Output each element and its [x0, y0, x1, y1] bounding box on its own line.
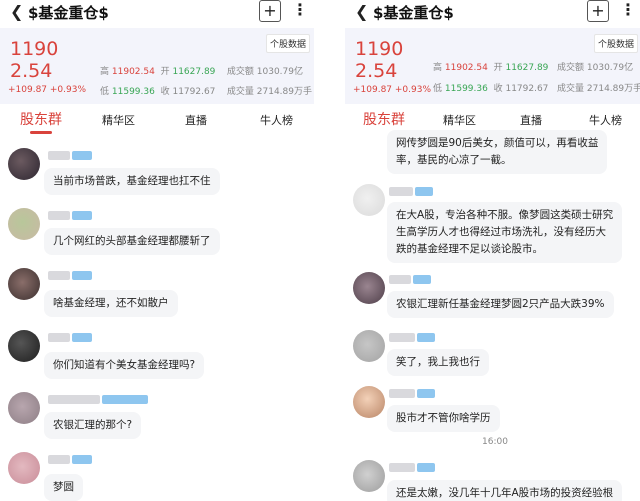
tab-live[interactable]: 直播 — [185, 112, 207, 128]
avatar[interactable] — [8, 268, 40, 300]
left-screen: ❮ $基金重仓$ + ⋮ 11902.54 +109.87 +0.93% 个股数… — [0, 0, 314, 501]
chevron-left-icon[interactable]: ❮ — [355, 2, 368, 21]
panel-separator — [314, 0, 345, 501]
user-badge-blurred — [417, 463, 435, 472]
tab-bar: 股东群 精华区 直播 牛人榜 — [0, 104, 314, 136]
username-blurred — [389, 333, 415, 342]
avatar[interactable] — [353, 272, 385, 304]
quote-row-1: 高 11902.54 开 11627.89 成交额 1030.79亿 — [100, 67, 303, 77]
chat-message: 股市才不管你啥学历 — [387, 405, 500, 432]
user-badge-blurred — [72, 333, 92, 342]
chat-message: 几个网红的头部基金经理都腰斩了 — [44, 228, 220, 255]
username-blurred — [48, 211, 70, 220]
user-badge-blurred — [102, 395, 148, 404]
quote-row-2: 低 11599.36 收 11792.67 成交量 2714.89万手 — [100, 87, 312, 97]
tab-shareholder-group[interactable]: 股东群 — [20, 109, 62, 129]
avatar[interactable] — [8, 452, 40, 484]
quote-row-2: 低 11599.36 收 11792.67 成交量 2714.89万手 — [433, 84, 640, 94]
screenshot-composite: ❮ $基金重仓$ + ⋮ 11902.54 +109.87 +0.93% 个股数… — [0, 0, 640, 501]
index-change: +109.87 +0.93% — [353, 85, 432, 95]
user-badge-blurred — [72, 455, 92, 464]
avatar[interactable] — [8, 208, 40, 240]
stock-data-button[interactable]: 个股数据 — [594, 34, 639, 53]
chat-message: 你们知道有个美女基金经理吗? — [44, 352, 205, 379]
user-badge-blurred — [415, 187, 433, 196]
more-vertical-icon[interactable]: ⋮ — [620, 0, 636, 19]
chat-message: 当前市场普跌，基金经理也扛不住 — [44, 168, 220, 195]
chat-message: 还是太嫩，没几年十几年A股市场的投资经验根 — [387, 480, 623, 501]
username-blurred — [48, 455, 70, 464]
user-badge-blurred — [72, 271, 92, 280]
user-badge-blurred — [417, 333, 435, 342]
tab-leaderboard[interactable]: 牛人榜 — [589, 112, 622, 128]
avatar[interactable] — [353, 460, 385, 492]
user-badge-blurred — [417, 389, 435, 398]
user-badge-blurred — [72, 151, 92, 160]
username-blurred — [389, 389, 415, 398]
stock-data-button[interactable]: 个股数据 — [266, 34, 311, 53]
username-blurred — [48, 151, 70, 160]
chevron-left-icon[interactable]: ❮ — [10, 2, 23, 21]
chat-message: 啥基金经理，还不如散户 — [44, 290, 178, 317]
add-button[interactable]: + — [587, 0, 609, 22]
avatar[interactable] — [8, 330, 40, 362]
top-bar: ❮ $基金重仓$ + ⋮ — [345, 0, 640, 26]
chat-message: 网传梦圆是90后美女，颜值可以，再看收益 率，基民的心凉了一截。 — [387, 130, 608, 174]
avatar[interactable] — [353, 184, 385, 216]
page-title: $基金重仓$ — [28, 4, 109, 22]
index-change: +109.87 +0.93% — [8, 85, 87, 95]
add-button[interactable]: + — [259, 0, 281, 22]
chat-message: 农银汇理新任基金经理梦圆2只产品大跌39% — [387, 291, 614, 318]
user-badge-blurred — [413, 275, 431, 284]
username-blurred — [48, 333, 70, 342]
user-badge-blurred — [72, 211, 92, 220]
tab-featured[interactable]: 精华区 — [443, 112, 476, 128]
chat-message: 在大A股，专治各种不服。像梦圆这类硕士研究 生高学历人才也得经过市场洗礼，没有经… — [387, 202, 623, 263]
right-screen: ❮ $基金重仓$ + ⋮ 11902.54 +109.87 +0.93% 个股数… — [345, 0, 640, 501]
quote-row-1: 高 11902.54 开 11627.89 成交额 1030.79亿 — [433, 63, 634, 73]
username-blurred — [48, 271, 70, 280]
username-blurred — [389, 187, 413, 196]
chat-message: 农银汇理的那个? — [44, 412, 142, 439]
username-blurred — [389, 463, 415, 472]
avatar[interactable] — [8, 392, 40, 424]
quote-panel: 11902.54 +109.87 +0.93% 个股数据 高 11902.54 … — [0, 28, 314, 104]
username-blurred — [389, 275, 411, 284]
tab-featured[interactable]: 精华区 — [102, 112, 135, 128]
quote-panel: 11902.54 +109.87 +0.93% 个股数据 高 11902.54 … — [345, 28, 640, 104]
page-title: $基金重仓$ — [373, 4, 454, 22]
top-bar: ❮ $基金重仓$ + ⋮ — [0, 0, 314, 26]
avatar[interactable] — [353, 386, 385, 418]
avatar[interactable] — [8, 148, 40, 180]
chat-feed: 当前市场普跌，基金经理也扛不住 几个网红的头部基金经理都腰斩了 啥基金经理，还不… — [0, 136, 314, 501]
chat-message: 梦圆 — [44, 474, 83, 501]
tab-live[interactable]: 直播 — [520, 112, 542, 128]
tab-leaderboard[interactable]: 牛人榜 — [260, 112, 293, 128]
active-tab-indicator — [30, 131, 52, 134]
more-vertical-icon[interactable]: ⋮ — [292, 0, 308, 19]
username-blurred — [48, 395, 100, 404]
avatar[interactable] — [353, 330, 385, 362]
time-divider: 16:00 — [482, 437, 508, 447]
chat-feed: 网传梦圆是90后美女，颜值可以，再看收益 率，基民的心凉了一截。 在大A股，专治… — [345, 130, 640, 501]
tab-shareholder-group[interactable]: 股东群 — [363, 109, 405, 129]
chat-message: 笑了，我上我也行 — [387, 349, 489, 376]
index-price: 11902.54 — [10, 38, 59, 82]
index-price: 11902.54 — [355, 38, 404, 82]
